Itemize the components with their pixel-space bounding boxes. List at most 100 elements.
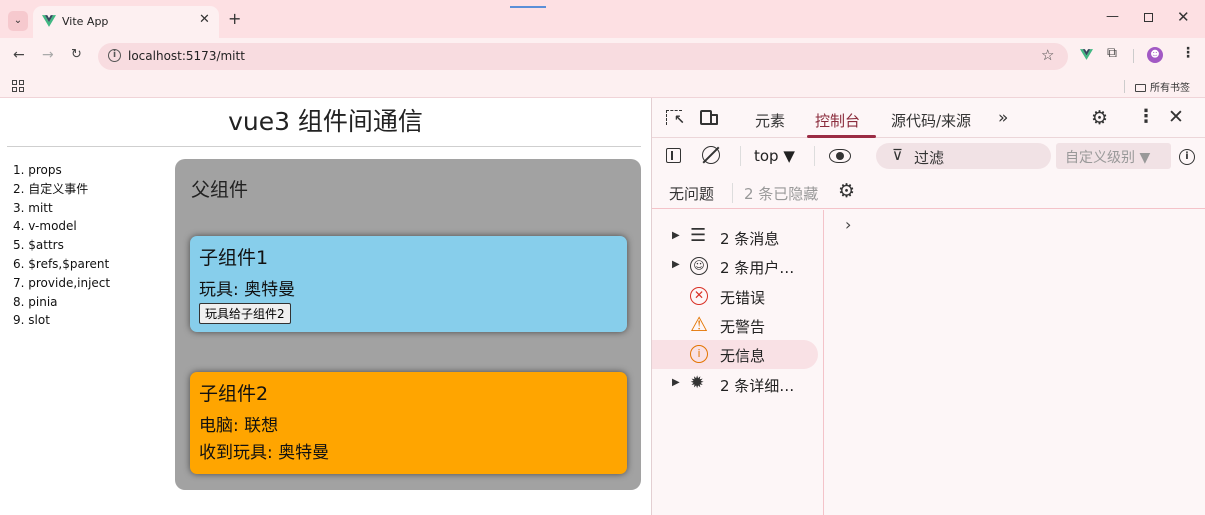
child2-computer-text: 电脑: 联想 [199,416,279,436]
apps-grid-icon[interactable] [12,80,24,92]
all-bookmarks-label: 所有书签 [1150,83,1190,94]
issues-count-button[interactable]: 无问题 [669,183,714,204]
devtools-menu-icon[interactable]: ⋮ [1137,106,1155,127]
nav-item-v-model[interactable]: 4. v-model [13,217,110,236]
more-tabs-button[interactable]: » [998,108,1008,128]
close-window-icon[interactable]: ✕ [1177,8,1190,26]
extensions-puzzle-icon[interactable]: ⧉ [1107,45,1117,61]
eye-pupil [836,152,844,160]
url-text[interactable]: localhost:5173/mitt [128,49,245,63]
tab-console[interactable]: 控制台 [815,110,860,131]
child1-toy-text: 玩具: 奥特曼 [199,280,296,300]
nav-item-pinia[interactable]: 8. pinia [13,293,110,312]
tab-sources[interactable]: 源代码/来源 [891,110,971,131]
list-icon: ☰ [690,225,707,246]
console-sidebar: ▶ ☰ 2 条消息 ▶ ☺ 2 条用户… ✕ 无错误 ⚠ 无警告 i 无信息 ▶… [652,210,824,515]
sidebar-toggle-bar [671,151,673,160]
reload-icon[interactable]: ↻ [71,48,82,62]
nav-item-props[interactable]: 1. props [13,161,110,180]
site-info-icon[interactable]: i [108,49,121,62]
maximize-window-icon[interactable] [1144,13,1153,22]
sidebar-item-messages[interactable]: ▶ ☰ 2 条消息 [652,223,818,252]
hidden-messages-count: 2 条已隐藏 [744,185,819,203]
log-level-label: 自定义级别 ▼ [1065,150,1151,166]
parent-title: 父组件 [191,179,249,201]
sidebar-item-label: 无错误 [720,289,766,307]
toolbar-divider [1133,49,1134,63]
nav-item-refs-parent[interactable]: 6. $refs,$parent [13,255,110,274]
error-icon: ✕ [690,287,708,305]
address-bar[interactable]: i localhost:5173/mitt ☆ [98,43,1068,70]
nav-item-mitt[interactable]: 3. mitt [13,199,110,218]
nav-list: 1. props 2. 自定义事件 3. mitt 4. v-model 5. … [13,161,110,330]
parent-component: 父组件 子组件1 玩具: 奥特曼 玩具给子组件2 子组件2 电脑: 联想 收到玩… [175,159,641,490]
page-title: vue3 组件间通信 [228,107,423,136]
forward-arrow-icon[interactable]: → [42,48,54,62]
toolbar-divider [814,146,815,166]
folder-icon [1135,84,1146,92]
close-tab-icon[interactable]: ✕ [199,12,210,27]
sidebar-item-errors[interactable]: ✕ 无错误 [652,282,818,311]
window-accent-bar [510,6,546,8]
page-viewport: vue3 组件间通信 1. props 2. 自定义事件 3. mitt 4. … [0,98,651,515]
tab-search-button[interactable]: ⌄ [8,11,28,31]
user-icon: ☺ [690,257,708,275]
minimize-window-icon[interactable]: — [1106,9,1119,24]
nav-item-provide-inject[interactable]: 7. provide,inject [13,274,110,293]
toolbar-divider [732,183,733,203]
context-selector[interactable]: top ▼ [754,147,795,165]
expand-caret-icon[interactable]: ▶ [672,259,680,270]
sidebar-item-warnings[interactable]: ⚠ 无警告 [652,311,818,340]
child1-title: 子组件1 [199,247,269,269]
filter-funnel-icon: ⊽ [892,146,903,164]
all-bookmarks-button[interactable]: 所有书签 [1135,79,1190,94]
sidebar-item-user-messages[interactable]: ▶ ☺ 2 条用户… [652,252,818,281]
close-devtools-icon[interactable]: ✕ [1168,106,1184,128]
bug-icon: ✹ [690,373,705,393]
bookmarks-divider [1124,80,1125,93]
toolbar-divider [740,146,741,166]
new-tab-button[interactable]: + [228,11,241,27]
vue-devtools-extension-icon[interactable] [1080,48,1093,61]
send-toy-button[interactable]: 玩具给子组件2 [199,303,291,324]
console-info-icon[interactable]: i [1179,149,1195,165]
nav-item-slot[interactable]: 9. slot [13,311,110,330]
log-level-dropdown[interactable]: 自定义级别 ▼ [1056,143,1171,169]
browser-tab-active[interactable]: Vite App ✕ [33,6,219,38]
back-arrow-icon[interactable]: ← [13,48,25,62]
filter-placeholder: 过滤 [914,149,945,167]
expand-caret-icon[interactable]: ▶ [672,377,680,388]
sidebar-toggle-icon[interactable] [666,148,681,163]
sidebar-item-label: 无警告 [720,318,766,336]
console-prompt-chevron[interactable]: › [845,215,851,234]
settings-gear-icon[interactable]: ⚙ [1091,107,1108,129]
sidebar-item-label: 2 条消息 [720,230,780,248]
nav-item-custom-event[interactable]: 2. 自定义事件 [13,180,110,199]
vue-logo-icon [42,15,56,27]
nav-item-attrs[interactable]: 5. $attrs [13,236,110,255]
sidebar-item-label: 2 条用户… [720,259,795,277]
browser-menu-icon[interactable]: ⋮ [1181,45,1195,61]
child-component-1: 子组件1 玩具: 奥特曼 玩具给子组件2 [190,236,627,332]
browser-toolbar: ← → ↻ i localhost:5173/mitt ☆ [0,38,1205,74]
inspect-arrow-icon: ↖ [674,113,685,128]
title-divider [7,146,641,147]
sidebar-item-verbose[interactable]: ▶ ✹ 2 条详细… [652,370,818,399]
bookmarks-bar: 所有书签 [0,74,1205,98]
tab-title: Vite App [62,15,109,28]
info-icon: i [690,345,708,363]
console-toolbar: top ▼ ⊽ 过滤 自定义级别 ▼ i [652,139,1205,173]
child-component-2: 子组件2 电脑: 联想 收到玩具: 奥特曼 [190,372,627,474]
devtools-tab-bar: ↖ 元素 控制台 源代码/来源 » ⚙ ⋮ ✕ [652,98,1205,138]
bookmark-star-icon[interactable]: ☆ [1041,46,1054,64]
child2-title: 子组件2 [199,383,269,405]
tab-elements[interactable]: 元素 [755,110,785,131]
sidebar-item-info[interactable]: i 无信息 [652,340,818,369]
device-mobile-icon [710,114,718,125]
console-settings-gear-icon[interactable]: ⚙ [838,180,855,202]
expand-caret-icon[interactable]: ▶ [672,230,680,241]
sidebar-item-label: 2 条详细… [720,377,795,395]
profile-avatar[interactable]: ☻ [1147,47,1163,63]
devtools-panel: ↖ 元素 控制台 源代码/来源 » ⚙ ⋮ ✕ top ▼ ⊽ 过滤 自定义级别… [651,98,1205,515]
console-filter-input[interactable]: ⊽ 过滤 [876,143,1051,169]
